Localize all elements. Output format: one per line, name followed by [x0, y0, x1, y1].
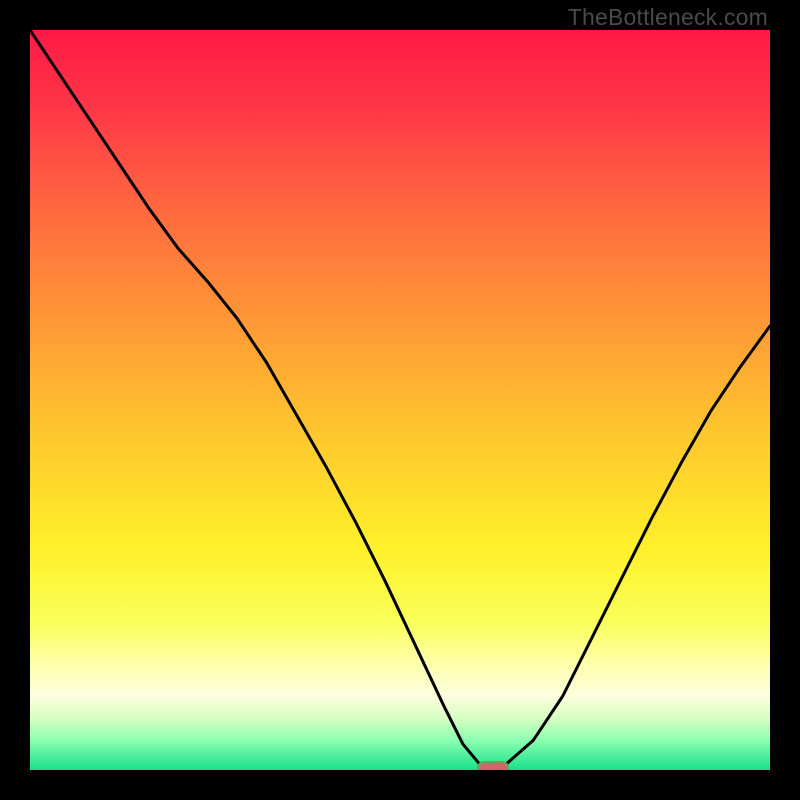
- watermark-text: TheBottleneck.com: [568, 4, 768, 31]
- chart-frame: TheBottleneck.com: [0, 0, 800, 800]
- optimal-point-marker: [477, 761, 509, 770]
- plot-area: [30, 30, 770, 770]
- bottleneck-curve: [30, 30, 770, 770]
